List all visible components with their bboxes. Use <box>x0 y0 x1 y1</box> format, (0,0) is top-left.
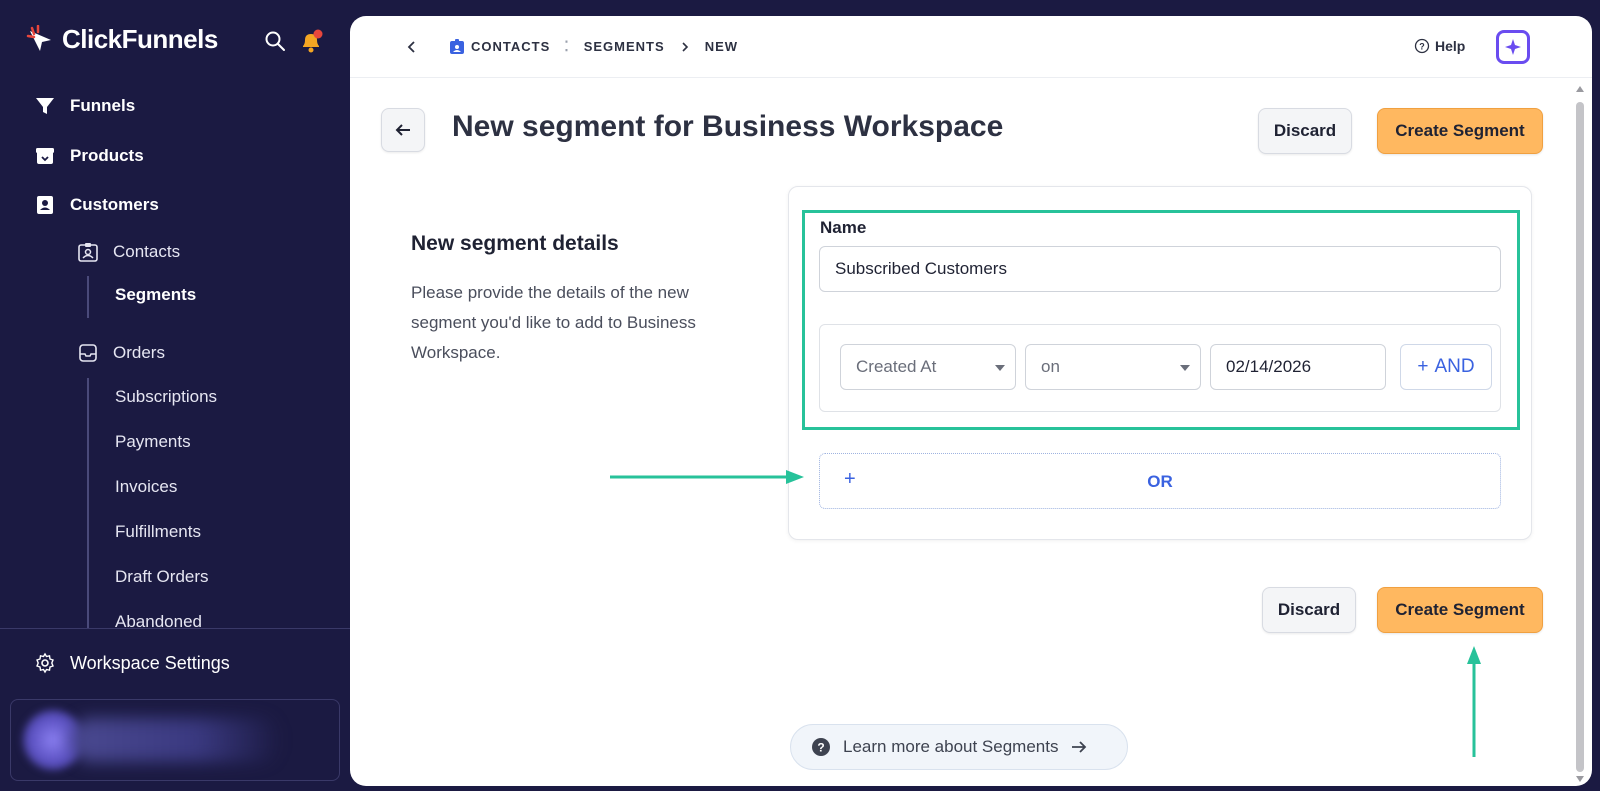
name-label: Name <box>820 218 867 237</box>
sidebar-item-payments-label: Payments <box>115 432 191 451</box>
breadcrumb-separator-dots: ⁚ <box>564 38 570 54</box>
chevron-right-icon <box>682 41 688 52</box>
help-link[interactable]: ? Help <box>1414 38 1465 54</box>
operator-select[interactable]: on <box>1025 344 1201 390</box>
account-switcher[interactable] <box>10 699 340 781</box>
breadcrumb-segments[interactable]: SEGMENTS <box>584 39 665 54</box>
sidebar-item-contacts-label: Contacts <box>113 242 181 261</box>
sidebar-item-segments-label: Segments <box>115 285 197 304</box>
segment-name-input[interactable]: Subscribed Customers <box>819 246 1501 292</box>
account-name-redacted <box>71 718 281 762</box>
breadcrumb-new: NEW <box>705 39 738 54</box>
caret-down-icon <box>1180 365 1190 371</box>
sidebar-item-abandoned-label: Abandoned <box>115 612 202 628</box>
nav-customers[interactable]: Customers <box>34 194 159 216</box>
svg-text:?: ? <box>817 741 824 755</box>
breadcrumb: CONTACTS ⁚ SEGMENTS NEW <box>405 38 738 55</box>
orders-submenu-line <box>87 378 89 628</box>
field-select-value: Created At <box>856 357 937 376</box>
breadcrumb-contacts[interactable]: CONTACTS <box>449 38 551 55</box>
scroll-up-arrow-icon[interactable] <box>1576 86 1584 92</box>
create-segment-button-top[interactable]: Create Segment <box>1377 108 1543 154</box>
date-input[interactable]: 02/14/2026 <box>1210 344 1386 390</box>
operator-select-value: on <box>1041 357 1060 376</box>
scroll-thumb[interactable] <box>1576 102 1584 772</box>
question-circle-icon: ? <box>1414 38 1430 54</box>
plus-icon: + <box>1417 356 1429 377</box>
sidebar-item-draft-orders[interactable]: Draft Orders <box>115 567 209 587</box>
clickfunnels-logo-icon <box>26 24 51 51</box>
scroll-down-arrow-icon[interactable] <box>1576 776 1584 782</box>
sparkle-icon <box>1505 39 1521 55</box>
sidebar-item-subscriptions[interactable]: Subscriptions <box>115 387 217 407</box>
arrow-right-icon <box>1072 741 1087 753</box>
sidebar-item-orders-label: Orders <box>113 343 165 362</box>
customers-icon <box>37 196 53 214</box>
workspace-settings-link[interactable]: Workspace Settings <box>34 652 230 674</box>
sidebar-divider <box>0 628 350 629</box>
sidebar-item-fulfillments[interactable]: Fulfillments <box>115 522 201 542</box>
orders-icon <box>79 344 97 362</box>
add-or-group-button[interactable]: + OR <box>819 453 1501 509</box>
ai-assistant-button[interactable] <box>1496 30 1530 64</box>
breadcrumb-new-label: NEW <box>704 39 739 54</box>
notification-bell-icon[interactable] <box>298 28 324 54</box>
sidebar: ClickFunnels Funnels Products Customers … <box>0 0 350 791</box>
help-label: Help <box>1435 38 1466 54</box>
arrow-left-icon <box>395 124 410 136</box>
sidebar-item-orders[interactable]: Orders <box>77 342 165 364</box>
sidebar-item-payments[interactable]: Payments <box>115 432 191 452</box>
main-panel: CONTACTS ⁚ SEGMENTS NEW ? Help New segme… <box>350 16 1592 786</box>
sidebar-item-draft-orders-label: Draft Orders <box>115 567 209 586</box>
sidebar-item-invoices-label: Invoices <box>115 477 178 496</box>
chevron-left-icon[interactable] <box>405 40 419 54</box>
nav-products[interactable]: Products <box>34 145 144 167</box>
details-description: Please provide the details of the new se… <box>411 283 696 362</box>
discard-button-top[interactable]: Discard <box>1258 108 1352 154</box>
contacts-badge-icon <box>450 38 464 54</box>
workspace-settings-label: Workspace Settings <box>70 652 230 673</box>
nav-funnels[interactable]: Funnels <box>34 95 135 117</box>
nav-funnels-label: Funnels <box>70 96 136 115</box>
scrollbar[interactable] <box>1574 86 1586 786</box>
funnel-icon <box>36 98 54 114</box>
gear-icon <box>36 652 54 674</box>
sidebar-item-abandoned[interactable]: Abandoned <box>115 612 202 628</box>
svg-text:?: ? <box>1419 42 1425 52</box>
learn-more-label: Learn more about Segments <box>843 737 1059 756</box>
search-icon[interactable] <box>264 30 286 52</box>
nav-customers-label: Customers <box>70 195 159 214</box>
contacts-icon <box>78 243 98 262</box>
sidebar-item-fulfillments-label: Fulfillments <box>115 522 201 541</box>
add-and-condition-button[interactable]: + AND <box>1400 344 1492 390</box>
or-label: OR <box>1147 472 1173 491</box>
nav-products-label: Products <box>70 146 144 165</box>
and-label: AND <box>1434 356 1475 377</box>
sidebar-item-contacts[interactable]: Contacts <box>77 241 180 263</box>
page-title: New segment for Business Workspace <box>452 110 1004 143</box>
create-segment-button-bottom[interactable]: Create Segment <box>1377 587 1543 633</box>
sidebar-item-invoices[interactable]: Invoices <box>115 477 177 497</box>
top-bar: CONTACTS ⁚ SEGMENTS NEW ? Help <box>350 16 1592 78</box>
brand-name: ClickFunnels <box>62 24 218 54</box>
details-heading: New segment details <box>411 232 619 255</box>
field-select[interactable]: Created At <box>840 344 1016 390</box>
sidebar-item-subscriptions-label: Subscriptions <box>115 387 218 406</box>
back-button[interactable] <box>381 108 425 152</box>
brand-logo[interactable]: ClickFunnels <box>26 24 218 55</box>
breadcrumb-segments-label: SEGMENTS <box>583 39 665 54</box>
sidebar-item-segments[interactable]: Segments <box>115 285 196 305</box>
learn-more-segments-link[interactable]: ? Learn more about Segments <box>790 724 1128 770</box>
question-filled-icon: ? <box>812 738 830 756</box>
breadcrumb-contacts-label: CONTACTS <box>471 39 551 54</box>
products-icon <box>36 148 54 164</box>
submenu-indicator-line <box>87 276 89 318</box>
caret-down-icon <box>995 365 1005 371</box>
discard-button-bottom[interactable]: Discard <box>1262 587 1356 633</box>
